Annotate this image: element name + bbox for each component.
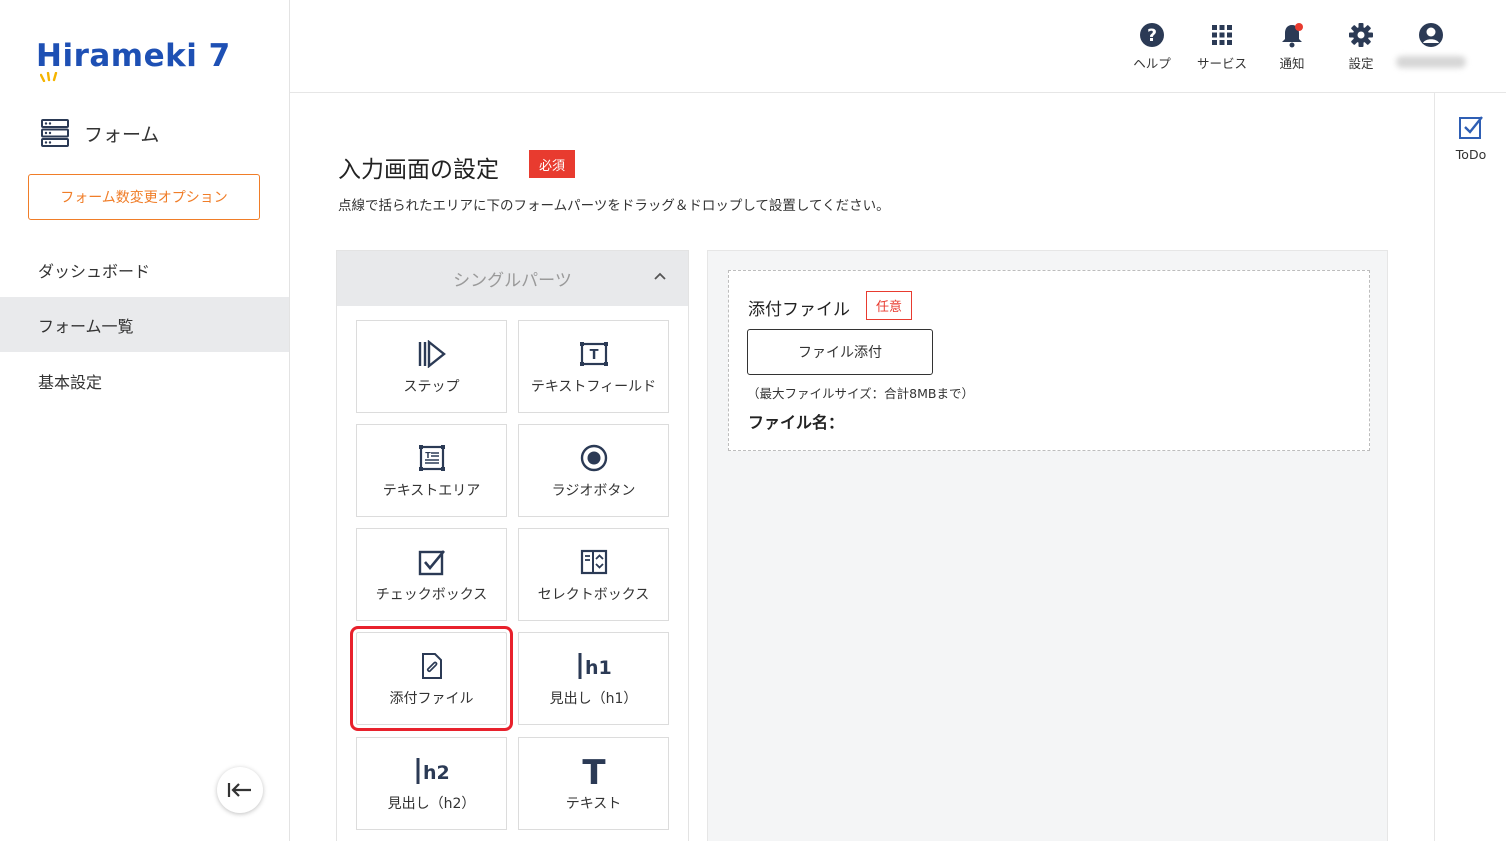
h2-icon: h2 xyxy=(416,757,449,784)
attach-file-button[interactable]: ファイル添付 xyxy=(747,329,933,375)
sidebar-item-basic-settings[interactable]: 基本設定 xyxy=(0,353,289,408)
top-header: ? ヘルプ サービス 通知 設定 xyxy=(290,0,1506,93)
sidebar-section-form: フォーム xyxy=(40,118,159,148)
radio-icon xyxy=(580,444,607,471)
single-parts-header[interactable]: シングルパーツ xyxy=(337,251,688,306)
max-file-size-note: （最大ファイルサイズ：合計8MBまで） xyxy=(747,386,974,401)
settings-label: 設定 xyxy=(1348,56,1374,71)
required-badge: 必須 xyxy=(529,150,575,178)
svg-text:h1: h1 xyxy=(585,657,611,679)
service-button[interactable]: サービス xyxy=(1187,22,1257,72)
svg-text:h2: h2 xyxy=(423,762,449,784)
part-label: テキスト xyxy=(565,795,622,812)
part-step[interactable]: ステップ xyxy=(356,320,507,413)
text-icon: T xyxy=(582,755,606,787)
h1-icon: h1 xyxy=(578,652,611,679)
bell-icon xyxy=(1282,23,1303,48)
part-label: ステップ xyxy=(403,378,460,395)
part-label: 見出し（h2） xyxy=(387,795,476,812)
form-count-option-button[interactable]: フォーム数変更オプション xyxy=(28,174,260,220)
settings-button[interactable]: 設定 xyxy=(1326,22,1396,72)
help-label: ヘルプ xyxy=(1133,56,1171,71)
help-icon: ? xyxy=(1140,23,1164,47)
user-menu-button[interactable] xyxy=(1396,22,1466,48)
right-rail: ToDo xyxy=(1434,93,1506,841)
form-canvas: 添付ファイル 任意 ファイル添付 （最大ファイルサイズ：合計8MBまで） ファイ… xyxy=(707,250,1388,841)
logo-text: Hirameki 7 xyxy=(36,38,231,74)
sidebar: Hirameki 7 フォーム フォーム数変更オプション ダッシュボード フォー… xyxy=(0,0,290,841)
page-title: 入力画面の設定 xyxy=(338,157,499,183)
form-server-icon xyxy=(41,119,69,147)
chevron-up-icon xyxy=(654,272,666,280)
collapse-left-icon xyxy=(227,783,251,797)
notification-button[interactable]: 通知 xyxy=(1257,22,1327,72)
notification-label: 通知 xyxy=(1279,56,1305,71)
step-icon xyxy=(418,339,446,368)
part-label: 添付ファイル xyxy=(389,690,474,707)
todo-check-icon xyxy=(1459,116,1483,139)
part-checkbox[interactable]: チェックボックス xyxy=(356,528,507,621)
single-parts-title: シングルパーツ xyxy=(453,271,572,291)
part-text-field[interactable]: T テキストフィールド xyxy=(518,320,669,413)
svg-text:T: T xyxy=(589,348,598,363)
part-select-box[interactable]: セレクトボックス xyxy=(518,528,669,621)
part-label: テキストフィールド xyxy=(530,378,657,395)
part-radio-button[interactable]: ラジオボタン xyxy=(518,424,669,517)
gear-icon xyxy=(1349,23,1373,47)
part-attachment[interactable]: 添付ファイル xyxy=(350,626,513,731)
logo-sun-icon xyxy=(40,72,58,82)
sidebar-item-form-list[interactable]: フォーム一覧 xyxy=(0,297,289,352)
checkbox-icon xyxy=(418,549,445,575)
page-subtitle: 点線で括られたエリアに下のフォームパーツをドラッグ＆ドロップして設置してください… xyxy=(338,198,890,214)
form-parts-panel: シングルパーツ ステップ T テキストフィールド T テキストエリア ラジオボタ… xyxy=(336,250,689,841)
part-text[interactable]: T テキスト xyxy=(518,737,669,830)
todo-label: ToDo xyxy=(1455,147,1487,162)
sidebar-item-dashboard[interactable]: ダッシュボード xyxy=(0,242,289,297)
help-button[interactable]: ? ヘルプ xyxy=(1117,22,1187,72)
optional-badge: 任意 xyxy=(866,291,912,320)
part-label: 見出し（h1） xyxy=(549,690,638,707)
todo-button[interactable]: ToDo xyxy=(1435,113,1506,162)
sidebar-section-label: フォーム xyxy=(84,123,160,146)
service-label: サービス xyxy=(1196,56,1247,71)
part-label: ラジオボタン xyxy=(551,482,636,499)
part-heading-h2[interactable]: h2 見出し（h2） xyxy=(356,737,507,830)
attachment-icon xyxy=(421,652,442,679)
part-label: チェックボックス xyxy=(375,586,488,603)
user-icon xyxy=(1419,23,1443,47)
part-label: テキストエリア xyxy=(382,482,481,499)
grid-icon xyxy=(1212,25,1232,45)
part-text-area[interactable]: T テキストエリア xyxy=(356,424,507,517)
select-box-icon xyxy=(580,549,607,574)
logo[interactable]: Hirameki 7 xyxy=(36,36,231,82)
svg-text:T: T xyxy=(582,755,606,787)
part-label: セレクトボックス xyxy=(537,586,650,603)
drop-zone[interactable]: 添付ファイル 任意 ファイル添付 （最大ファイルサイズ：合計8MBまで） ファイ… xyxy=(728,270,1370,451)
svg-text:T: T xyxy=(425,451,431,460)
collapse-sidebar-button[interactable] xyxy=(217,767,263,813)
text-field-icon: T xyxy=(579,341,608,366)
attachment-field-label: 添付ファイル xyxy=(748,300,850,320)
svg-text:?: ? xyxy=(1147,26,1157,46)
part-heading-h1[interactable]: h1 見出し（h1） xyxy=(518,632,669,725)
file-name-label: ファイル名： xyxy=(748,413,845,432)
user-name-redacted xyxy=(1396,56,1466,68)
text-area-icon: T xyxy=(418,444,445,471)
